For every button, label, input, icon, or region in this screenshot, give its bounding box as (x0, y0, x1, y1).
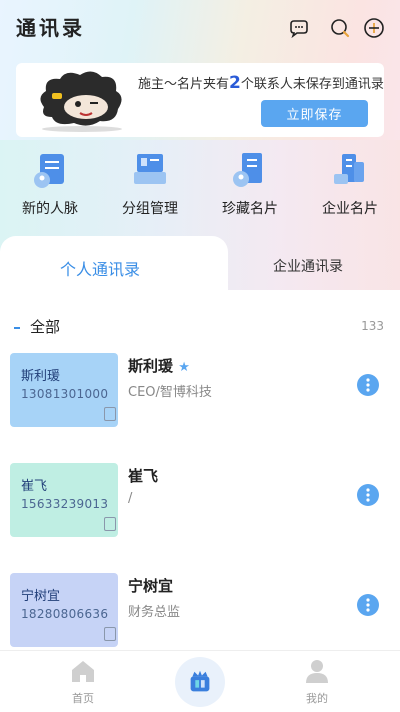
more-options-icon[interactable] (357, 374, 379, 396)
mascot-illustration (30, 67, 134, 133)
card-phone: 15633239013 (21, 497, 109, 511)
card-name: 崔飞 (21, 479, 48, 494)
nav-profile[interactable]: 我的 (287, 657, 347, 706)
unsaved-contacts-banner: 施主～名片夹有2个联系人未保存到通讯录 立即保存 (16, 63, 384, 137)
contact-count: 133 (361, 319, 384, 333)
quick-action-label: 新的人脉 (22, 201, 78, 217)
quick-action-favorite-cards[interactable]: 珍藏名片 (205, 150, 295, 218)
contact-name-text: 斯利瑗 (128, 357, 174, 375)
card-phone: 13081301000 (21, 387, 109, 401)
card-corner-icon (104, 517, 116, 531)
card-corner-icon (104, 627, 116, 641)
profile-icon (303, 657, 331, 685)
business-card-thumbnail[interactable]: 崔飞 15633239013 (10, 463, 118, 537)
list-item[interactable]: 崔飞 15633239013 崔飞 / (0, 463, 400, 543)
vip-star-icon: ★ (178, 360, 190, 375)
card-name: 宁树宜 (21, 589, 61, 604)
contact-title: CEO/智博科技 (128, 385, 212, 400)
new-contacts-icon (30, 150, 70, 190)
bottom-navigation: 首页 我的 (0, 650, 400, 712)
nav-label: 我的 (306, 692, 328, 705)
banner-message: 施主～名片夹有2个联系人未保存到通讯录 (138, 73, 384, 93)
home-icon (69, 657, 97, 685)
quick-action-new-contacts[interactable]: 新的人脉 (5, 150, 95, 218)
address-book-tabs: 个人通讯录 企业通讯录 (0, 236, 400, 296)
card-phone: 18280806636 (21, 607, 109, 621)
quick-action-company-cards[interactable]: 企业名片 (305, 150, 395, 218)
card-name: 斯利瑗 (21, 369, 61, 384)
section-title: 全部 (30, 318, 61, 336)
message-icon[interactable] (287, 16, 311, 40)
list-item[interactable]: 斯利瑗 13081301000 斯利瑗 ★ CEO/智博科技 (0, 353, 400, 433)
nav-label: 首页 (72, 692, 94, 705)
save-now-button[interactable]: 立即保存 (261, 100, 368, 127)
more-options-icon[interactable] (357, 594, 379, 616)
quick-action-label: 分组管理 (122, 201, 178, 217)
center-app-icon (190, 670, 210, 692)
nav-center-button[interactable] (175, 657, 225, 707)
group-management-icon (130, 150, 170, 190)
banner-text-before: 施主～名片夹有 (138, 77, 230, 92)
tab-personal[interactable]: 个人通讯录 (0, 256, 200, 280)
business-card-thumbnail[interactable]: 斯利瑗 13081301000 (10, 353, 118, 427)
favorite-cards-icon (230, 150, 270, 190)
tab-company[interactable]: 企业通讯录 (230, 256, 386, 276)
top-bar: 通讯录 (0, 0, 400, 56)
add-icon[interactable] (362, 16, 386, 40)
page-title: 通讯录 (16, 16, 85, 40)
unsaved-count: 2 (229, 73, 241, 93)
company-cards-icon (330, 150, 370, 190)
contact-title: 财务总监 (128, 605, 181, 620)
quick-action-label: 珍藏名片 (222, 201, 278, 217)
quick-action-group-management[interactable]: 分组管理 (105, 150, 195, 218)
banner-text-after: 个联系人未保存到通讯录 (240, 77, 384, 92)
contact-title: / (128, 491, 133, 506)
contact-name: 崔飞 (128, 467, 159, 485)
business-card-thumbnail[interactable]: 宁树宜 18280806636 (10, 573, 118, 647)
more-options-icon[interactable] (357, 484, 379, 506)
card-corner-icon (104, 407, 116, 421)
search-icon[interactable] (328, 16, 352, 40)
nav-home[interactable]: 首页 (53, 657, 113, 706)
quick-action-label: 企业名片 (322, 201, 378, 217)
section-marker (14, 326, 20, 329)
section-header: 全部 (14, 316, 60, 337)
list-item[interactable]: 宁树宜 18280806636 宁树宜 财务总监 (0, 573, 400, 653)
contact-name: 宁树宜 (128, 577, 174, 595)
contact-name: 斯利瑗 ★ (128, 355, 190, 376)
